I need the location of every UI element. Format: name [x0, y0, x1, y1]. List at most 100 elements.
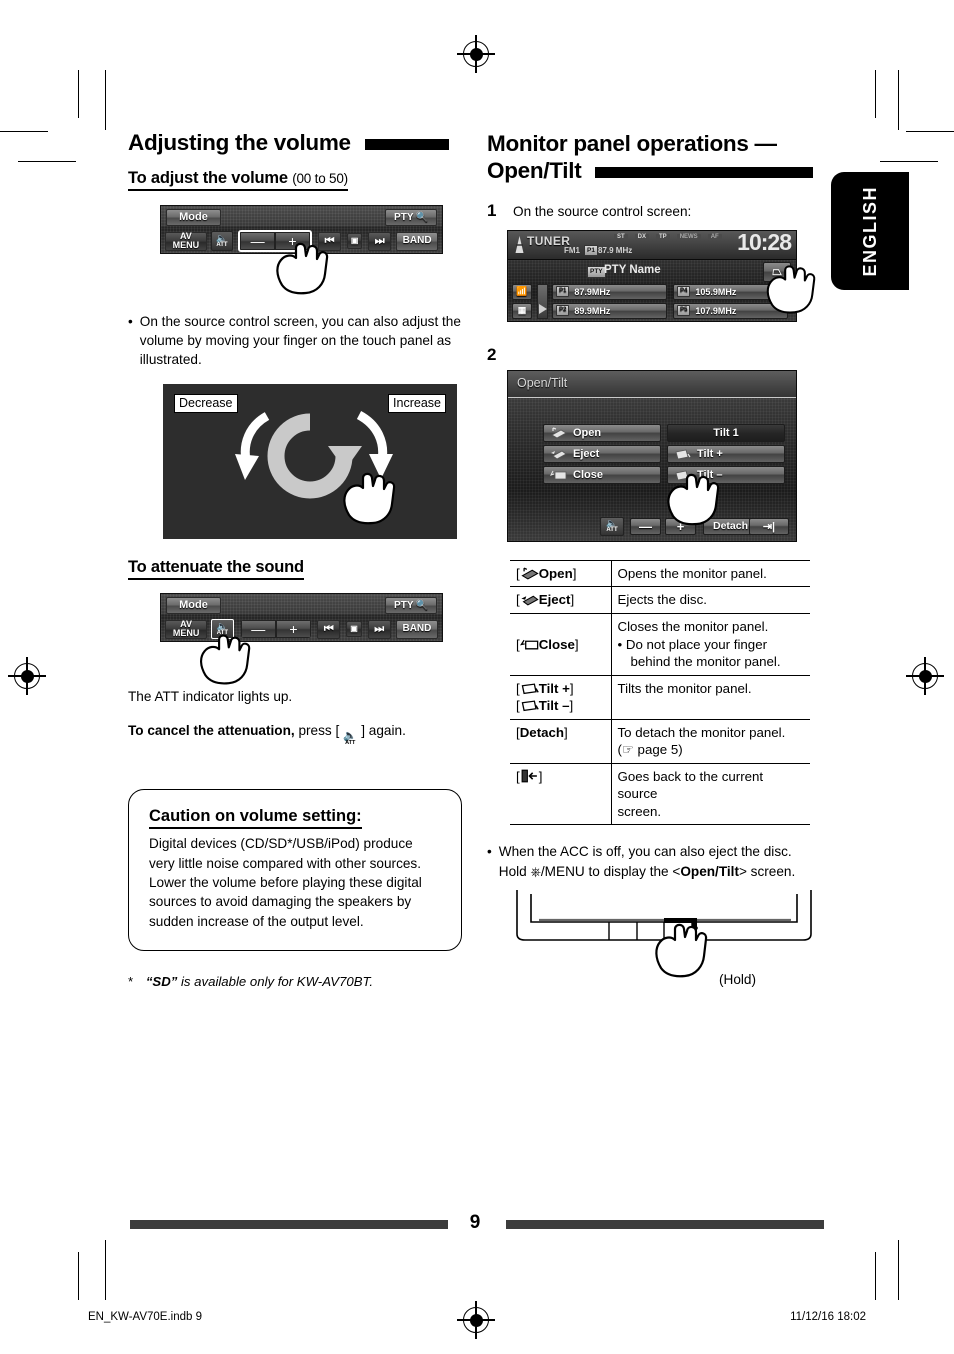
band-button[interactable]: BAND: [396, 231, 439, 251]
close-panel-icon: [550, 470, 567, 480]
table-desc-detach-line1: To detach the monitor panel.: [617, 724, 786, 740]
crop-mark-br-v: [875, 1252, 877, 1300]
att-inline-icon: 🔈 ATT: [339, 731, 361, 748]
table-desc-close: Closes the monitor panel. • Do not place…: [611, 613, 810, 676]
table-desc-eject: Ejects the disc.: [611, 586, 810, 614]
tilt-panel-icon: [675, 470, 691, 481]
next-track-button[interactable]: ⏭: [368, 231, 392, 251]
mode-button[interactable]: Mode: [166, 597, 221, 615]
table-key-eject: [ Eject]: [510, 586, 612, 614]
att-indicator-text: The ATT indicator lights up.: [128, 688, 293, 704]
eject-button-label: Eject: [573, 447, 600, 460]
section-heading-line2: Open/Tilt: [487, 158, 582, 184]
heading-rule-bar: [364, 138, 449, 150]
crop-mark-tl-v: [78, 70, 80, 118]
display-button[interactable]: ▣: [346, 621, 362, 638]
volume-down-button[interactable]: —: [240, 620, 276, 639]
left-column: Adjusting the volume To adjust the volum…: [128, 130, 463, 989]
table-key-tilt-minus: [ Tilt –]: [516, 698, 574, 714]
subheading-adjust-volume: To adjust the volume (00 to 50): [128, 169, 348, 191]
band-button[interactable]: BAND: [395, 619, 438, 639]
table-desc-open: Opens the monitor panel.: [611, 559, 810, 588]
table-key-open-label: Open: [538, 565, 573, 581]
pty-button-label: PTY: [394, 211, 414, 223]
faceplate-hold-illustration: [516, 890, 812, 941]
preset-tag: P4: [677, 286, 691, 298]
volume-down-button[interactable]: —: [240, 232, 276, 251]
preset-label: 107.9MHz: [695, 305, 737, 316]
att-button[interactable]: 🔈 ATT: [600, 516, 624, 536]
open-button[interactable]: Open: [543, 423, 661, 442]
source-control-screen: TUNER FM1 P1 87.9 MHz ST DX TP NEWS AF 1…: [507, 229, 797, 322]
preset-button-4[interactable]: P4 105.9MHz: [673, 283, 788, 300]
pty-button-label: PTY: [394, 599, 414, 611]
display-button[interactable]: ▣: [347, 233, 363, 250]
table-desc-detach-line2: (☞ page 5): [617, 742, 683, 758]
volume-range-label: (00 to 50): [292, 170, 348, 186]
acc-bullet-bold: Open/Tilt: [680, 863, 739, 879]
preset-button-5[interactable]: P5 107.9MHz: [673, 302, 788, 319]
table-key-close-label: Close: [538, 636, 575, 652]
previous-track-button[interactable]: ⏮: [317, 619, 341, 639]
volume-control-group[interactable]: — +: [238, 230, 312, 253]
return-button[interactable]: ⇥|: [749, 517, 789, 535]
faceplate-volume-illustration: Mode PTY 🔍 AV MENU 🔈 ATT — + ⏮ ▣ ⏭ BAND: [160, 204, 443, 254]
bluetooth-source-button[interactable]: 📶: [512, 283, 532, 300]
cancel-attenuation-rest-b: ] again.: [361, 723, 406, 739]
crop-mark-bl-v: [78, 1252, 80, 1300]
volume-down-button[interactable]: —: [630, 517, 661, 535]
indicator-news: NEWS: [676, 233, 701, 240]
pty-button[interactable]: PTY 🔍: [385, 209, 437, 227]
next-track-button[interactable]: ⏭: [367, 619, 391, 639]
open-panel-icon: [551, 427, 567, 439]
table-desc-tilt: Tilts the monitor panel.: [611, 675, 810, 720]
att-button[interactable]: 🔈 ATT: [211, 619, 234, 640]
preset-button-1[interactable]: P1 87.9MHz: [552, 283, 667, 300]
volume-control-group[interactable]: — +: [240, 620, 312, 639]
table-row: [ ] Goes back to the current source scre…: [510, 763, 810, 826]
volume-up-button[interactable]: +: [275, 232, 310, 251]
tilt-minus-button[interactable]: Tilt –: [667, 465, 785, 484]
av-menu-button[interactable]: AV MENU: [165, 619, 208, 639]
preset-label: 89.9MHz: [574, 305, 611, 316]
previous-track-button[interactable]: ⏮: [317, 231, 342, 251]
eject-button[interactable]: Eject: [543, 444, 661, 463]
av-menu-button[interactable]: AV MENU: [165, 231, 207, 251]
manual-page: ENGLISH Adjusting the volume To adjust t…: [0, 0, 954, 1354]
keypad-button[interactable]: ▦: [512, 302, 532, 319]
indicator-af: AF: [707, 233, 722, 240]
registration-target-right: [906, 657, 944, 695]
eject-panel-icon: [551, 450, 567, 460]
pty-button[interactable]: PTY 🔍: [385, 597, 437, 615]
crop-mark-tl-h2: [18, 161, 76, 163]
indicator-st: ST: [614, 233, 628, 240]
preset-button-2[interactable]: P2 89.9MHz: [552, 302, 667, 319]
open-tilt-button[interactable]: ⏢: [763, 261, 791, 282]
magnifier-icon: 🔍: [415, 211, 428, 223]
crop-mark-tr-h2: [880, 161, 938, 163]
att-button-label: ATT: [216, 629, 228, 636]
volume-up-button[interactable]: +: [275, 620, 312, 639]
print-timestamp: 11/12/16 18:02: [790, 1311, 866, 1323]
tilt-plus-button[interactable]: Tilt +: [667, 444, 785, 463]
return-icon: ⇥|: [762, 520, 776, 533]
speaker-mute-icon: 🔈: [216, 232, 228, 243]
cancel-attenuation-bold: To cancel the attenuation,: [128, 723, 295, 739]
volume-up-button[interactable]: +: [665, 517, 696, 535]
tilt-panel-icon: [675, 449, 691, 460]
speaker-mute-icon: 🔈: [343, 730, 358, 743]
eject-panel-icon: [521, 596, 539, 606]
close-button[interactable]: Close: [543, 465, 661, 484]
att-button[interactable]: 🔈 ATT: [210, 231, 234, 252]
tilt-level-label: Tilt 1: [713, 426, 739, 439]
preset-tag: P1: [556, 286, 570, 298]
acc-bullet-text-b: /MENU to display the <: [540, 863, 681, 879]
heading-rule-bar: [595, 167, 814, 178]
faceplate-att-illustration: Mode PTY 🔍 AV MENU 🔈 ATT — + ⏮ ▣ ⏭ BAND: [160, 592, 443, 642]
clock-display: 10:28: [737, 229, 792, 255]
open-tilt-bottom-bar: 🔈 ATT — + Detach ⇥|: [508, 513, 796, 541]
mode-button[interactable]: Mode: [166, 209, 221, 227]
footnote-star: *: [128, 974, 134, 990]
footnote-sd: * “SD” is available only for KW-AV70BT.: [128, 974, 463, 989]
table-key-detach: [Detach]: [510, 719, 612, 764]
